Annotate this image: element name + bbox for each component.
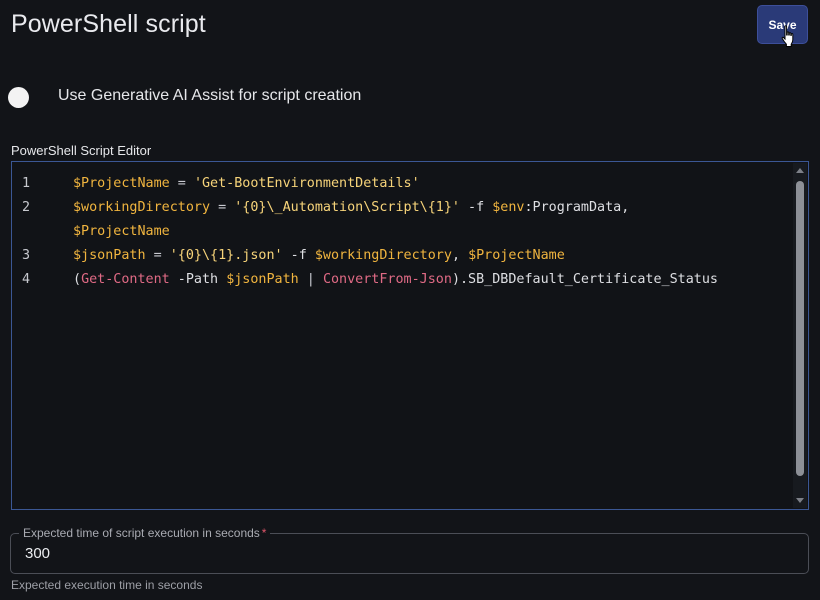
code-token: '{0}\_Automation\Script\{1}' [234,200,460,215]
code-token: -Path [169,272,227,287]
code-token: -f [459,200,493,215]
code-token: , [451,248,469,263]
execution-time-input[interactable]: 300 [25,545,50,562]
code-token: $jsonPath [226,272,299,287]
code-text: $workingDirectory = '{0}\_Automation\Scr… [73,196,629,220]
code-lines: 1 $ProjectName = 'Get-BootEnvironmentDeta… [12,172,792,292]
code-token: Get-Content [81,272,170,287]
execution-time-field[interactable]: Expected time of script execution in sec… [10,526,809,574]
code-token: $ProjectName [468,248,565,263]
script-editor[interactable]: 1 $ProjectName = 'Get-BootEnvironmentDeta… [11,161,809,510]
scroll-thumb[interactable] [796,181,804,476]
code-text: $ProjectName = 'Get-BootEnvironmentDetai… [73,172,420,196]
code-token: $jsonPath [73,248,146,263]
line-number: 4 [22,272,31,287]
execution-time-helper: Expected execution time in seconds [11,578,203,592]
code-token: ).SB_DBDefault_Certificate_Status [451,272,718,287]
required-asterisk: * [261,526,267,540]
code-line[interactable]: 1 $ProjectName = 'Get-BootEnvironmentDeta… [12,172,792,196]
code-token: $workingDirectory [73,200,211,215]
code-token: $workingDirectory [314,248,452,263]
code-token: | [298,272,323,287]
code-token: = [145,248,170,263]
scroll-up-arrow-icon[interactable] [796,168,804,173]
code-text: $ProjectName [73,220,170,244]
code-line[interactable]: $ProjectName [12,220,792,244]
line-number: 2 [22,200,31,215]
ai-assist-label: Use Generative AI Assist for script crea… [58,87,362,104]
code-line[interactable]: 2 $workingDirectory = '{0}\_Automation\Sc… [12,196,792,220]
powershell-script-page: PowerShell script Save Use Generative AI… [0,0,820,600]
code-line[interactable]: 3 $jsonPath = '{0}\{1}.json' -f $workingD… [12,244,792,268]
ai-assist-toggle[interactable] [8,86,29,108]
code-token: $ProjectName [73,176,170,191]
editor-scrollbar[interactable] [793,163,807,508]
code-token: $env [492,200,525,215]
editor-label: PowerShell Script Editor [11,143,152,158]
code-token: ( [73,272,82,287]
code-token: -f [282,248,315,263]
code-token: 'Get-BootEnvironmentDetails' [193,176,420,191]
line-number: 3 [22,248,31,263]
page-title: PowerShell script [11,10,206,38]
code-token: = [210,200,235,215]
code-token: ConvertFrom-Json [322,272,452,287]
code-token: :ProgramData, [524,200,630,215]
code-token: $ProjectName [73,224,170,239]
ai-assist-toggle-row: Use Generative AI Assist for script crea… [8,86,361,108]
code-text: $jsonPath = '{0}\{1}.json' -f $workingDi… [73,244,565,268]
scroll-down-arrow-icon[interactable] [796,498,804,503]
hand-pointer-icon [781,25,794,47]
code-text: (Get-Content -Path $jsonPath | ConvertFr… [73,268,718,292]
code-token: '{0}\{1}.json' [169,248,283,263]
execution-time-label: Expected time of script execution in sec… [19,526,271,540]
line-number: 1 [22,176,31,191]
code-token: = [169,176,194,191]
code-line[interactable]: 4 (Get-Content -Path $jsonPath | ConvertF… [12,268,792,292]
